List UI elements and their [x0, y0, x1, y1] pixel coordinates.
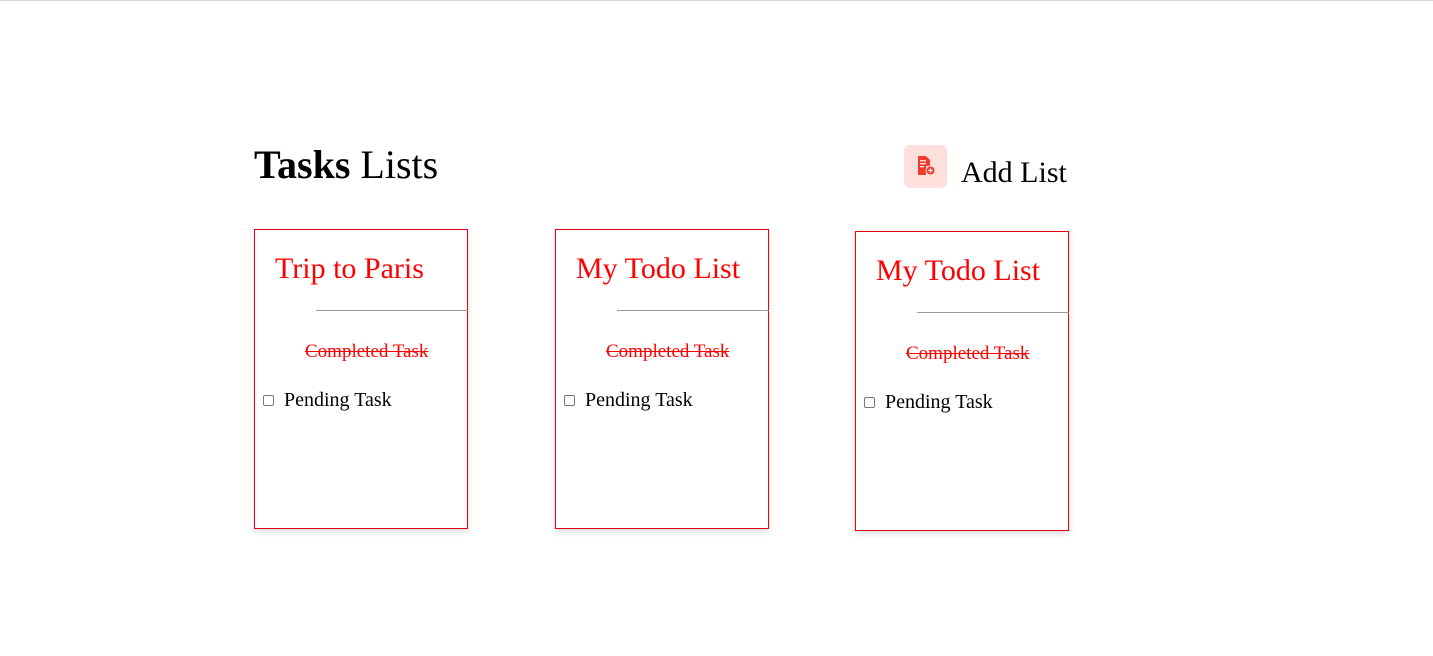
completed-task[interactable]: Completed Task — [606, 340, 729, 364]
completed-task[interactable]: Completed Task — [906, 342, 1029, 366]
add-list-label[interactable]: Add List — [961, 157, 1067, 189]
pending-task-row[interactable]: Pending Task — [263, 388, 392, 412]
add-document-icon-glyph — [917, 156, 935, 176]
list-divider — [617, 310, 769, 311]
pending-task-row[interactable]: Pending Task — [864, 390, 993, 414]
pending-task[interactable]: Pending Task — [284, 388, 392, 412]
pending-task[interactable]: Pending Task — [885, 390, 993, 414]
pending-task[interactable]: Pending Task — [585, 388, 693, 412]
task-list-card: My Todo List Completed Task Pending Task — [855, 231, 1069, 531]
task-checkbox[interactable] — [864, 396, 875, 408]
top-divider — [0, 0, 1433, 1]
add-document-icon[interactable] — [904, 144, 947, 188]
task-list-card: Trip to Paris Completed Task Pending Tas… — [254, 229, 468, 529]
task-list-card: My Todo List Completed Task Pending Task — [555, 229, 769, 529]
task-checkbox[interactable] — [263, 394, 274, 406]
list-title: My Todo List — [876, 254, 1041, 287]
list-title: Trip to Paris — [275, 252, 424, 285]
pending-task-row[interactable]: Pending Task — [564, 388, 693, 412]
add-list-button[interactable]: Add List — [904, 143, 1067, 189]
page-title-rest: Lists — [350, 142, 439, 187]
list-divider — [917, 312, 1069, 313]
list-title: My Todo List — [576, 252, 741, 285]
task-checkbox[interactable] — [564, 394, 575, 406]
list-divider — [316, 310, 468, 311]
page-title-bold: Tasks — [254, 142, 351, 187]
page-title: Tasks Lists — [254, 138, 438, 192]
completed-task[interactable]: Completed Task — [305, 340, 428, 364]
